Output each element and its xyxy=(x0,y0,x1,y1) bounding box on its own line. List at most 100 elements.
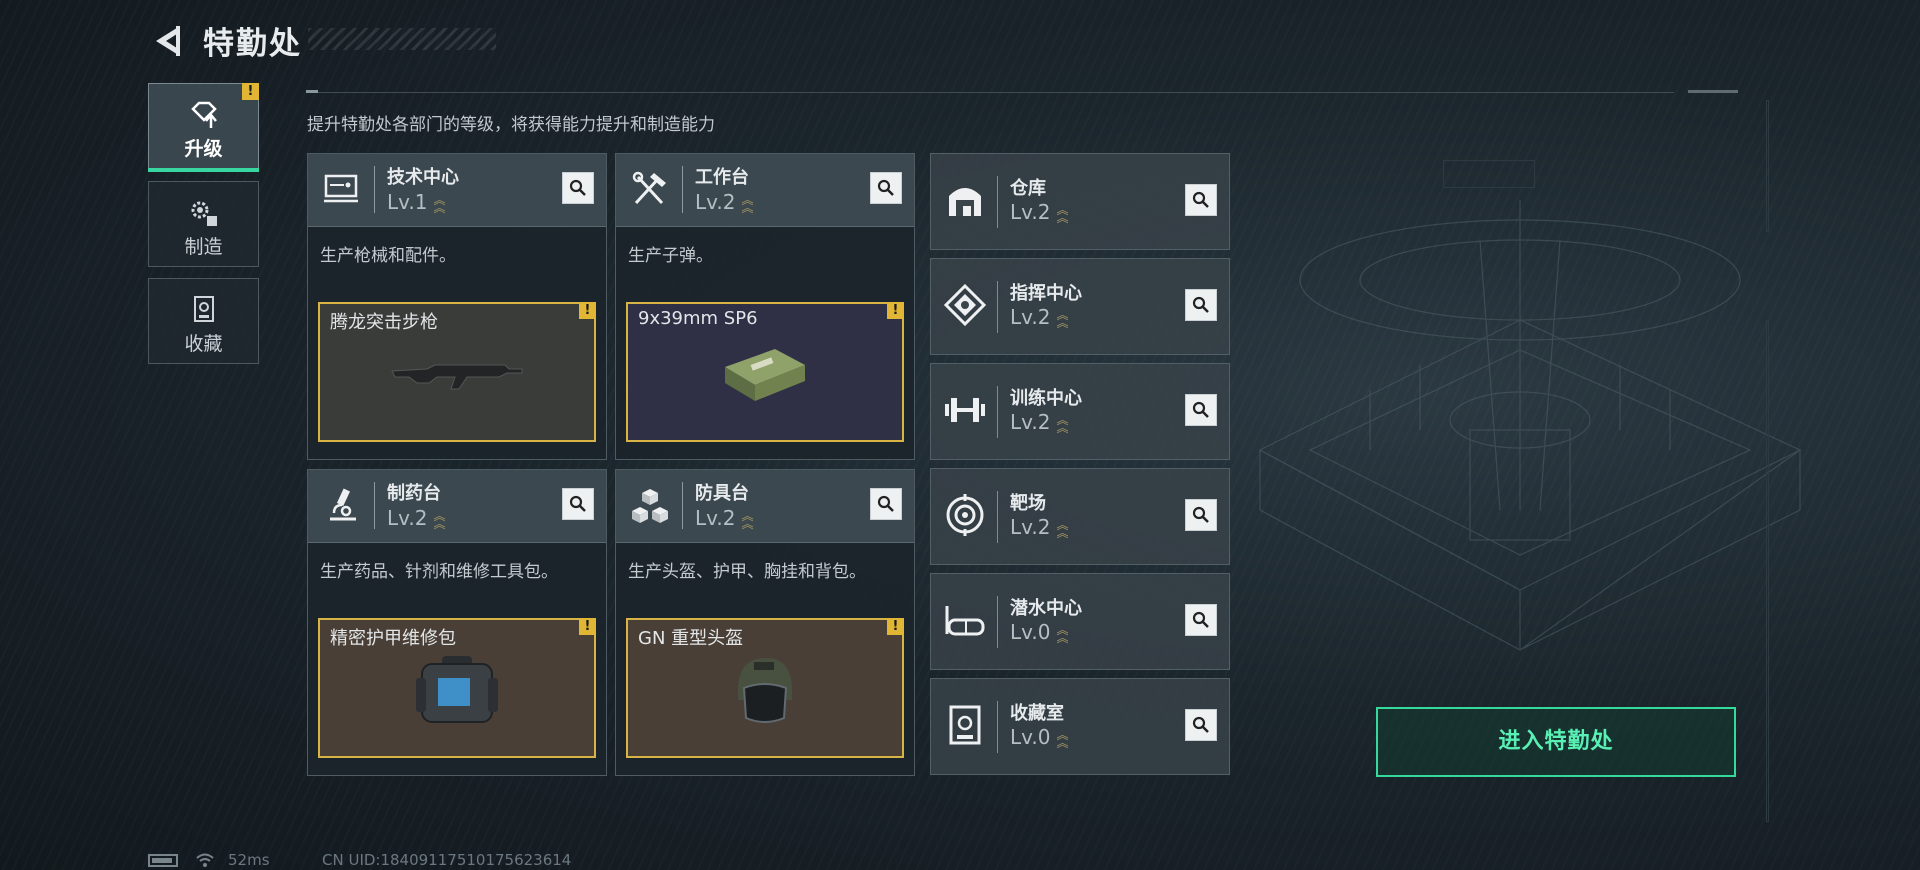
dept-level: Lv.1 ︽ ︽ xyxy=(387,190,446,215)
chevron-up-icon: ︽ ︽ xyxy=(433,192,446,215)
back-arrow-icon[interactable] xyxy=(150,22,184,60)
separator xyxy=(997,596,998,648)
repair-kit-icon xyxy=(416,656,498,723)
dept-name: 潜水中心 xyxy=(1010,598,1082,619)
separator xyxy=(374,166,375,213)
nav-tab-upgrade[interactable]: 升级 ! xyxy=(148,83,259,172)
dept-name: 指挥中心 xyxy=(1010,283,1082,304)
dept-row-diving-center[interactable]: 潜水中心 Lv.0 ︽ ︽ xyxy=(930,573,1230,670)
search-button[interactable] xyxy=(870,172,902,204)
card-header: 工作台 Lv.2 ︽ ︽ xyxy=(616,154,914,227)
search-button[interactable] xyxy=(562,488,594,520)
decor-line xyxy=(1766,320,1769,822)
search-button[interactable] xyxy=(1185,289,1217,321)
command-icon xyxy=(943,283,987,327)
search-icon xyxy=(569,495,586,512)
dept-row-shooting-range[interactable]: 靶场 Lv.2 ︽ ︽ xyxy=(930,468,1230,565)
chevron-up-icon: ︽ ︽ xyxy=(1056,412,1069,435)
dept-name: 防具台 xyxy=(695,483,749,504)
chevron-up-icon: ︽ ︽ xyxy=(1056,727,1069,750)
dept-card-workbench[interactable]: 工作台 Lv.2 ︽ ︽ 生产子弹。 9x39mm SP6 ! xyxy=(615,153,915,460)
nav-tab-craft[interactable]: 制造 xyxy=(148,181,259,267)
dept-level: Lv.2 ︽ ︽ xyxy=(1010,200,1069,225)
battery-icon xyxy=(148,854,178,867)
separator xyxy=(997,386,998,438)
dept-description: 生产药品、针剂和维修工具包。 xyxy=(320,562,558,582)
search-icon xyxy=(1192,191,1209,208)
dept-level-value: Lv.2 xyxy=(695,190,736,214)
network-latency: 52ms xyxy=(228,851,270,869)
item-name: 9x39mm SP6 xyxy=(638,308,758,329)
alert-badge: ! xyxy=(579,302,596,319)
dept-row-training-center[interactable]: 训练中心 Lv.2 ︽ ︽ xyxy=(930,363,1230,460)
dept-level-value: Lv.0 xyxy=(1010,725,1051,749)
dept-level-value: Lv.0 xyxy=(1010,620,1051,644)
wifi-icon xyxy=(196,853,214,867)
dept-description: 生产头盔、护甲、胸挂和背包。 xyxy=(628,562,866,582)
rifle-icon xyxy=(391,364,523,390)
dept-card-pharmacy[interactable]: 制药台 Lv.2 ︽ ︽ 生产药品、针剂和维修工具包。 精密护甲维修包 ! xyxy=(307,469,607,776)
dept-level-value: Lv.2 xyxy=(695,506,736,530)
search-button[interactable] xyxy=(562,172,594,204)
craft-item-slot[interactable]: GN 重型头盔 ! xyxy=(626,618,904,758)
dept-name: 工作台 xyxy=(695,167,749,188)
search-icon xyxy=(1192,716,1209,733)
dept-name: 制药台 xyxy=(387,483,441,504)
chevron-up-icon: ︽ ︽ xyxy=(741,192,754,215)
craft-item-slot[interactable]: 腾龙突击步枪 ! xyxy=(318,302,596,442)
dept-level-value: Lv.2 xyxy=(387,506,428,530)
divider-cap xyxy=(1688,90,1738,93)
separator xyxy=(374,482,375,529)
dept-row-collection-room[interactable]: 收藏室 Lv.0 ︽ ︽ xyxy=(930,678,1230,775)
nav-tab-collection[interactable]: 收藏 xyxy=(148,278,259,364)
dept-card-armor-bench[interactable]: 防具台 Lv.2 ︽ ︽ 生产头盔、护甲、胸挂和背包。 GN 重型头盔 ! xyxy=(615,469,915,776)
craft-item-slot[interactable]: 精密护甲维修包 ! xyxy=(318,618,596,758)
dept-level: Lv.2 ︽ ︽ xyxy=(1010,305,1069,329)
enter-facility-button[interactable]: 进入特勤处 xyxy=(1376,707,1736,777)
decor-line xyxy=(1766,100,1769,232)
title-decoration xyxy=(308,28,496,50)
microscope-icon xyxy=(330,488,356,521)
alert-badge: ! xyxy=(887,618,904,635)
dept-name: 训练中心 xyxy=(1010,388,1082,409)
dept-level: Lv.2 ︽ ︽ xyxy=(387,506,446,530)
search-button[interactable] xyxy=(1185,184,1217,216)
card-header: 防具台 Lv.2 ︽ ︽ xyxy=(616,470,914,543)
dept-level: Lv.0 ︽ ︽ xyxy=(1010,725,1069,750)
item-name: GN 重型头盔 xyxy=(638,628,744,649)
alert-badge: ! xyxy=(887,302,904,319)
dept-level-value: Lv.2 xyxy=(1010,515,1051,539)
search-button[interactable] xyxy=(1185,709,1217,741)
page-description: 提升特勤处各部门的等级，将获得能力提升和制造能力 xyxy=(307,115,715,135)
page-title: 特勤处 xyxy=(203,26,302,62)
search-button[interactable] xyxy=(1185,604,1217,636)
dept-level: Lv.2 ︽ ︽ xyxy=(1010,410,1069,435)
dept-row-warehouse[interactable]: 仓库 Lv.2 ︽ ︽ xyxy=(930,153,1230,250)
search-button[interactable] xyxy=(1185,499,1217,531)
search-icon xyxy=(1192,506,1209,523)
dept-row-command-center[interactable]: 指挥中心 Lv.2 ︽ ︽ xyxy=(930,258,1230,355)
craft-item-slot[interactable]: 9x39mm SP6 ! xyxy=(626,302,904,442)
goggles-icon xyxy=(945,606,985,636)
dept-level-value: Lv.2 xyxy=(1010,200,1051,224)
search-button[interactable] xyxy=(1185,394,1217,426)
item-name: 精密护甲维修包 xyxy=(330,628,456,649)
search-icon xyxy=(1192,611,1209,628)
search-icon xyxy=(877,179,894,196)
chevron-up-icon: ︽ ︽ xyxy=(1056,622,1069,645)
search-button[interactable] xyxy=(870,488,902,520)
separator xyxy=(682,482,683,529)
nav-label: 制造 xyxy=(184,236,223,258)
dept-card-tech-center[interactable]: 技术中心 Lv.1 ︽ ︽ 生产枪械和配件。 腾龙突击步枪 ! xyxy=(307,153,607,460)
separator xyxy=(997,176,998,228)
search-icon xyxy=(1192,401,1209,418)
collection-icon xyxy=(193,296,214,322)
chevron-up-icon: ︽ ︽ xyxy=(1056,517,1069,540)
dept-level-value: Lv.2 xyxy=(1010,305,1051,329)
dept-level: Lv.2 ︽ ︽ xyxy=(1010,515,1069,540)
chevron-up-icon: ︽ ︽ xyxy=(1056,202,1069,225)
monitor-icon xyxy=(324,174,358,203)
dept-level-value: Lv.1 xyxy=(387,190,428,214)
gears-icon xyxy=(191,201,217,226)
blocks-icon xyxy=(632,489,668,523)
